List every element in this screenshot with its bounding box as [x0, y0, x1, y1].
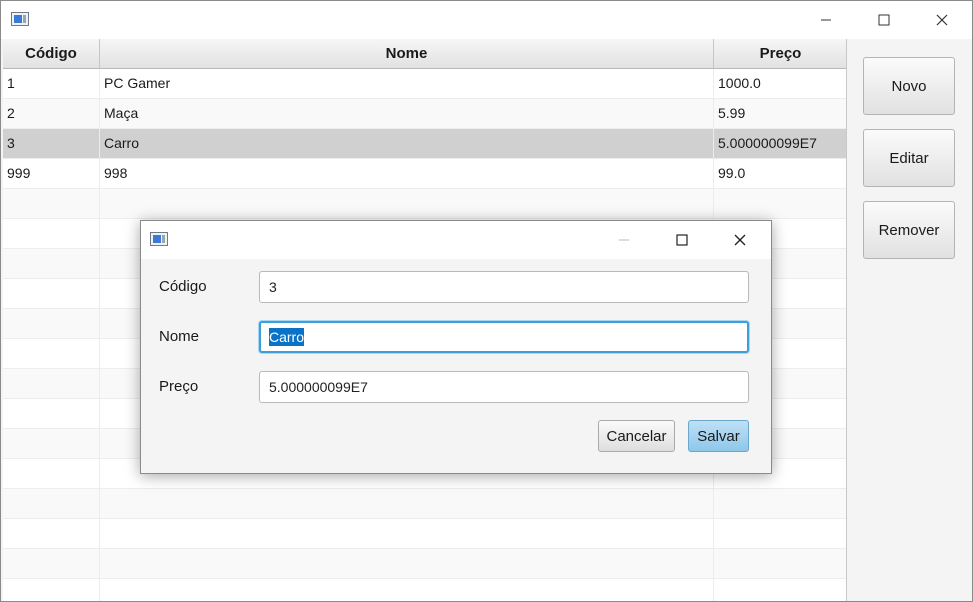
- close-icon: [734, 234, 746, 246]
- close-button[interactable]: [919, 1, 965, 39]
- java-app-icon: [150, 232, 168, 246]
- maximize-icon: [676, 234, 688, 246]
- nome-field[interactable]: Carro: [259, 321, 749, 353]
- minimize-button[interactable]: [803, 1, 849, 39]
- empty-row: [3, 189, 846, 219]
- minimize-icon: [821, 19, 831, 21]
- cell-nome: 998: [100, 159, 714, 189]
- java-app-icon: [11, 12, 29, 26]
- table-row[interactable]: 2 Maça 5.99: [3, 99, 846, 129]
- cell-codigo: 999: [3, 159, 100, 189]
- novo-button[interactable]: Novo: [863, 57, 955, 115]
- table-row[interactable]: 999 998 99.0: [3, 159, 846, 189]
- edit-dialog: Código 3 Nome Carro Preço 5.000000099E7 …: [140, 220, 772, 474]
- minimize-icon: [619, 239, 629, 241]
- empty-row: [3, 489, 846, 519]
- nome-label: Nome: [159, 328, 200, 345]
- empty-row: [3, 579, 846, 601]
- cell-nome: Maça: [100, 99, 714, 129]
- cell-nome: Carro: [100, 129, 714, 159]
- dialog-titlebar[interactable]: [141, 221, 771, 259]
- preco-field[interactable]: 5.000000099E7: [259, 371, 749, 403]
- column-header-codigo[interactable]: Código: [3, 39, 100, 69]
- column-header-preco[interactable]: Preço: [714, 39, 846, 69]
- empty-row: [3, 519, 846, 549]
- codigo-field[interactable]: 3: [259, 271, 749, 303]
- main-titlebar[interactable]: [1, 1, 972, 39]
- cell-preco: 5.99: [718, 105, 746, 121]
- dialog-close-button[interactable]: [717, 221, 763, 259]
- codigo-label: Código: [159, 278, 207, 295]
- cancel-button[interactable]: Cancelar: [598, 420, 675, 452]
- preco-label: Preço: [159, 378, 199, 395]
- nome-field-selected-text: Carro: [269, 328, 305, 346]
- table-header: Código Nome Preço: [3, 39, 846, 69]
- dialog-maximize-button[interactable]: [659, 221, 705, 259]
- table-row[interactable]: 1 PC Gamer 1000.0: [3, 69, 846, 99]
- save-button[interactable]: Salvar: [688, 420, 749, 452]
- close-icon: [936, 14, 948, 26]
- cell-codigo: 2: [3, 99, 100, 129]
- cell-preco: 99.0: [718, 165, 746, 181]
- table-row-selected[interactable]: 3 Carro 5.000000099E7: [3, 129, 846, 159]
- maximize-button[interactable]: [861, 1, 907, 39]
- maximize-icon: [878, 14, 890, 26]
- cell-nome: PC Gamer: [100, 69, 714, 99]
- empty-row: [3, 549, 846, 579]
- cell-preco: 5.000000099E7: [718, 135, 817, 151]
- dialog-minimize-button: [601, 221, 647, 259]
- cell-codigo: 3: [3, 129, 100, 159]
- cell-preco: 1000.0: [718, 75, 761, 91]
- cell-codigo: 1: [3, 69, 100, 99]
- remover-button[interactable]: Remover: [863, 201, 955, 259]
- editar-button[interactable]: Editar: [863, 129, 955, 187]
- column-header-nome[interactable]: Nome: [100, 39, 714, 69]
